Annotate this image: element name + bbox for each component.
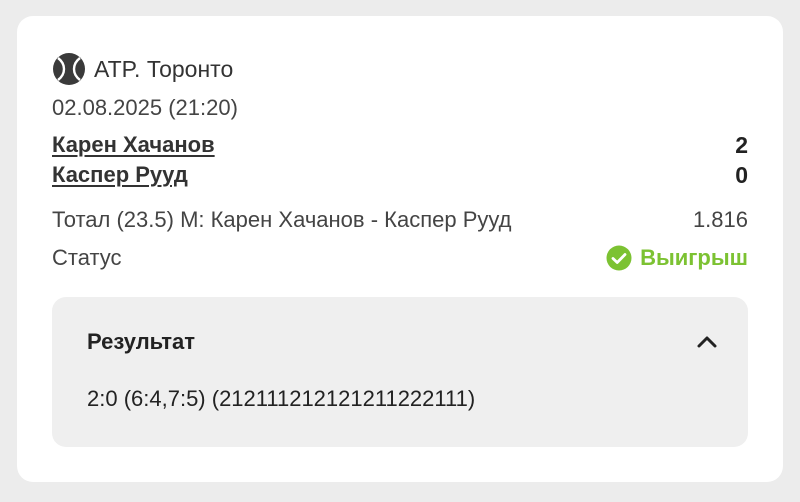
- check-circle-icon: [606, 245, 632, 271]
- tennis-ball-icon: [53, 53, 85, 85]
- result-panel: Результат 2:0 (6:4,7:5) (212111212121211…: [52, 297, 748, 447]
- player-row: Карен Хачанов 2: [52, 130, 748, 160]
- player-score: 0: [735, 161, 748, 188]
- status-badge: Выигрыш: [606, 245, 748, 271]
- status-label: Статус: [52, 245, 122, 270]
- bet-card: ATP. Торонто 02.08.2025 (21:20) Карен Ха…: [17, 16, 783, 482]
- collapse-result-button[interactable]: [690, 325, 724, 359]
- event-date: 02.08.2025 (21:20): [52, 95, 238, 120]
- result-title: Результат: [87, 329, 196, 354]
- status-value: Выигрыш: [640, 245, 748, 270]
- league-header: ATP. Торонто: [52, 52, 233, 86]
- bet-odds: 1.816: [692, 207, 748, 232]
- player-row: Каспер Рууд 0: [52, 160, 748, 190]
- player-name-link[interactable]: Каспер Рууд: [52, 162, 188, 188]
- league-name: ATP. Торонто: [94, 56, 234, 82]
- result-score-text: 2:0 (6:4,7:5) (212111212121211222111): [87, 386, 476, 411]
- chevron-up-icon: [697, 336, 717, 348]
- bet-label: Тотал (23.5) М: Карен Хачанов - Каспер Р…: [52, 207, 512, 232]
- player-name-link[interactable]: Карен Хачанов: [52, 132, 215, 158]
- status-row: Статус Выигрыш: [52, 241, 748, 275]
- player-score: 2: [735, 131, 748, 158]
- bet-row: Тотал (23.5) М: Карен Хачанов - Каспер Р…: [52, 203, 748, 237]
